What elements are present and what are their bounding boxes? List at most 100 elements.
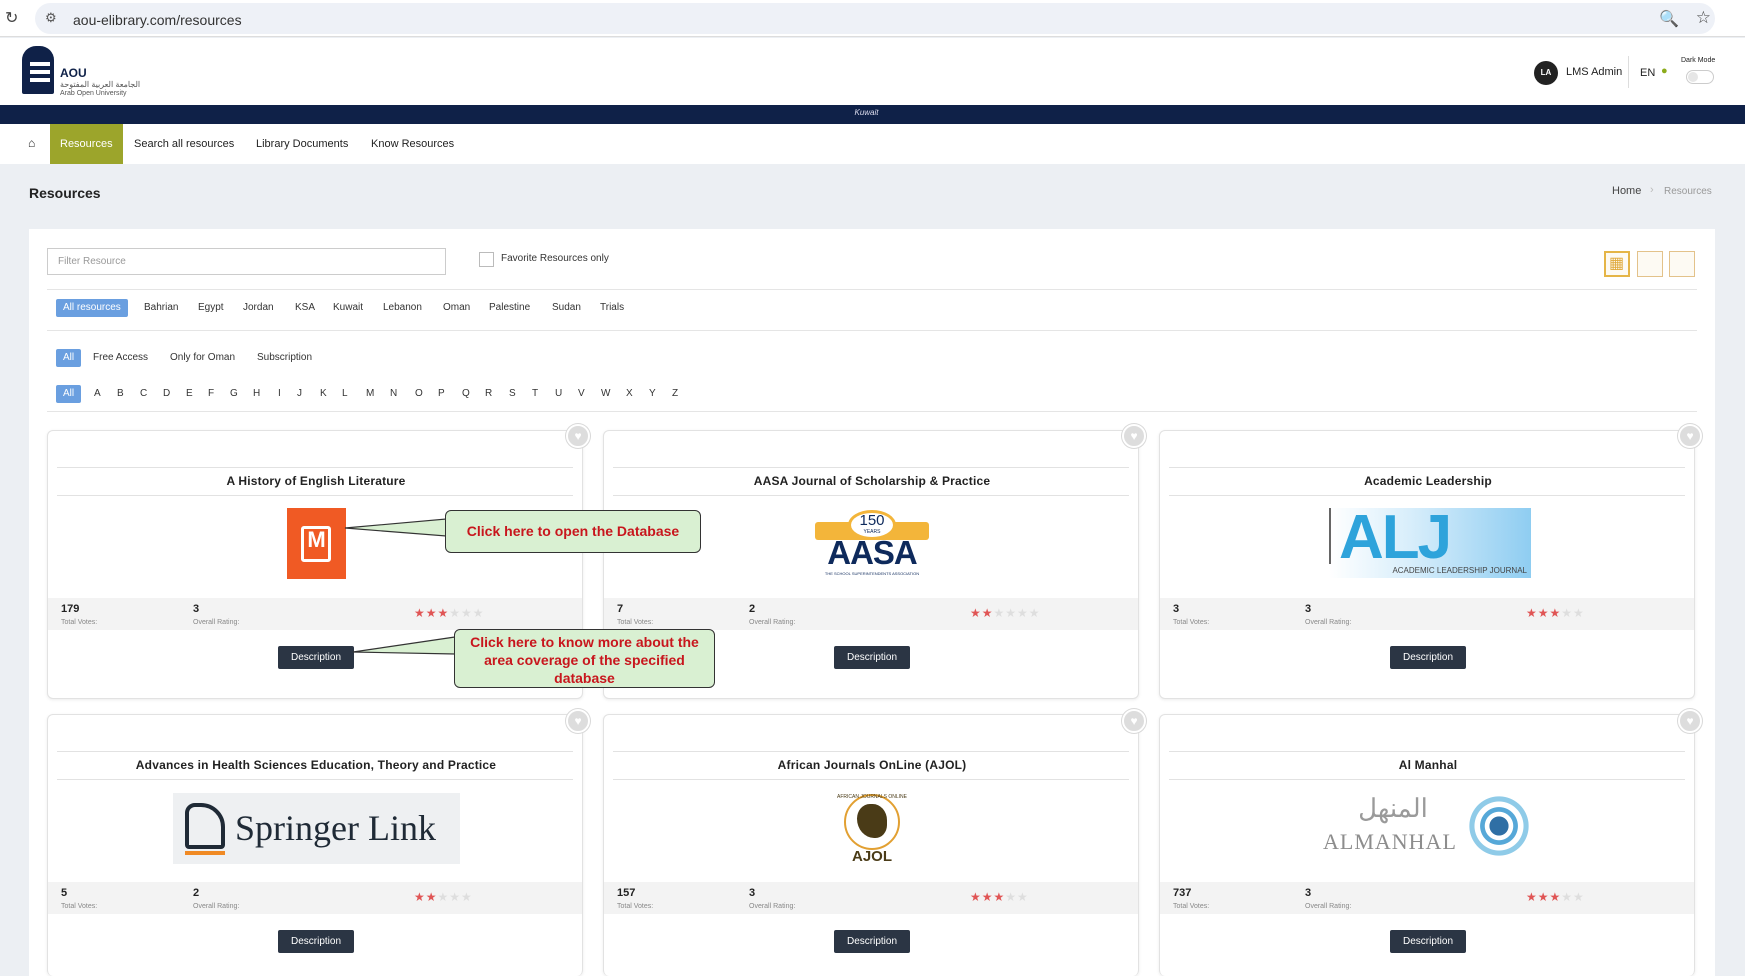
letter-b[interactable]: B bbox=[117, 385, 124, 403]
breadcrumb-home[interactable]: Home bbox=[1612, 185, 1641, 197]
url-text[interactable]: aou-elibrary.com/resources bbox=[73, 12, 242, 28]
resource-logo[interactable]: Springer Link bbox=[173, 793, 460, 864]
letter-s[interactable]: S bbox=[509, 385, 516, 403]
star-rating[interactable]: ★★★★★ bbox=[1526, 606, 1585, 620]
access-subscription[interactable]: Subscription bbox=[257, 349, 312, 367]
letter-w[interactable]: W bbox=[601, 385, 610, 403]
letter-m[interactable]: M bbox=[366, 385, 374, 403]
country-kuwait[interactable]: Kuwait bbox=[333, 299, 363, 317]
star-rating[interactable]: ★★★★★★ bbox=[414, 606, 485, 620]
description-button[interactable]: Description bbox=[834, 930, 910, 953]
zoom-icon[interactable]: 🔍 bbox=[1659, 9, 1679, 29]
letter-x[interactable]: X bbox=[626, 385, 633, 403]
favorite-heart-icon[interactable]: ♥ bbox=[566, 424, 590, 448]
aou-logo-icon[interactable] bbox=[22, 46, 54, 94]
access-only-oman[interactable]: Only for Oman bbox=[170, 349, 235, 367]
country-ksa[interactable]: KSA bbox=[295, 299, 315, 317]
resource-logo[interactable]: M bbox=[287, 508, 346, 579]
resource-logo[interactable]: المنهل ALMANHAL bbox=[1323, 793, 1533, 865]
star-rating[interactable]: ★★★★★ bbox=[1526, 890, 1585, 904]
letter-d[interactable]: D bbox=[163, 385, 170, 403]
letter-r[interactable]: R bbox=[485, 385, 492, 403]
resource-title[interactable]: Academic Leadership bbox=[1160, 474, 1694, 488]
description-button[interactable]: Description bbox=[278, 930, 354, 953]
callout-description-help: Click here to know more about the area c… bbox=[454, 629, 715, 688]
access-free[interactable]: Free Access bbox=[93, 349, 148, 367]
favorite-heart-icon[interactable]: ♥ bbox=[1122, 709, 1146, 733]
home-icon[interactable]: ⌂ bbox=[28, 136, 35, 150]
letter-all[interactable]: All bbox=[56, 385, 82, 403]
country-bahrian[interactable]: Bahrian bbox=[144, 299, 178, 317]
letter-j[interactable]: J bbox=[297, 385, 302, 403]
letter-v[interactable]: V bbox=[578, 385, 585, 403]
letter-e[interactable]: E bbox=[186, 385, 193, 403]
access-all[interactable]: All bbox=[56, 349, 82, 367]
compact-view-button[interactable] bbox=[1669, 251, 1695, 277]
country-lebanon[interactable]: Lebanon bbox=[383, 299, 422, 317]
resource-title[interactable]: AASA Journal of Scholarship & Practice bbox=[604, 474, 1138, 488]
resource-title[interactable]: A History of English Literature bbox=[48, 474, 582, 488]
nav-know-resources[interactable]: Know Resources bbox=[371, 124, 454, 164]
favorite-heart-icon[interactable]: ♥ bbox=[566, 709, 590, 733]
letter-n[interactable]: N bbox=[390, 385, 397, 403]
favorite-resources-label[interactable]: Favorite Resources only bbox=[501, 253, 609, 264]
dark-mode-toggle[interactable] bbox=[1686, 70, 1714, 84]
logo-title[interactable]: AOU bbox=[60, 66, 87, 80]
address-bar[interactable]: ⚙ aou-elibrary.com/resources 🔍 ☆ bbox=[35, 3, 1715, 34]
description-button[interactable]: Description bbox=[278, 646, 354, 669]
letter-y[interactable]: Y bbox=[649, 385, 656, 403]
favorite-heart-icon[interactable]: ♥ bbox=[1122, 424, 1146, 448]
description-button[interactable]: Description bbox=[834, 646, 910, 669]
resource-logo[interactable]: 150 YEARS AASA THE SCHOOL SUPERINTENDENT… bbox=[811, 510, 933, 578]
filter-resource-input[interactable] bbox=[47, 248, 446, 275]
globe-icon[interactable]: ● bbox=[1661, 65, 1668, 77]
nav-search-all-resources[interactable]: Search all resources bbox=[134, 124, 234, 164]
resource-logo[interactable]: AFRICAN JOURNALS ONLINE AJOL bbox=[835, 794, 909, 866]
letter-l[interactable]: L bbox=[342, 385, 348, 403]
star-rating[interactable]: ★★★★★★ bbox=[970, 606, 1041, 620]
site-settings-icon[interactable]: ⚙ bbox=[45, 10, 57, 26]
description-button[interactable]: Description bbox=[1390, 646, 1466, 669]
avatar[interactable]: LA bbox=[1534, 61, 1558, 85]
letter-i[interactable]: I bbox=[278, 385, 281, 403]
letter-z[interactable]: Z bbox=[672, 385, 678, 403]
star-rating[interactable]: ★★★★★ bbox=[414, 890, 473, 904]
country-all-resources[interactable]: All resources bbox=[56, 299, 128, 317]
letter-o[interactable]: O bbox=[415, 385, 423, 403]
favorite-heart-icon[interactable]: ♥ bbox=[1678, 424, 1702, 448]
divider bbox=[47, 330, 1697, 331]
resource-title[interactable]: Advances in Health Sciences Education, T… bbox=[48, 758, 582, 772]
country-egypt[interactable]: Egypt bbox=[198, 299, 224, 317]
grid-view-button[interactable]: ▦ bbox=[1604, 251, 1630, 277]
letter-g[interactable]: G bbox=[230, 385, 238, 403]
user-name[interactable]: LMS Admin bbox=[1566, 66, 1622, 78]
nav-resources[interactable]: Resources bbox=[50, 124, 123, 164]
country-jordan[interactable]: Jordan bbox=[243, 299, 274, 317]
letter-t[interactable]: T bbox=[532, 385, 538, 403]
letter-q[interactable]: Q bbox=[462, 385, 470, 403]
resource-logo[interactable]: ALJ ACADEMIC LEADERSHIP JOURNAL bbox=[1329, 503, 1531, 578]
letter-c[interactable]: C bbox=[140, 385, 147, 403]
letter-f[interactable]: F bbox=[208, 385, 214, 403]
country-oman[interactable]: Oman bbox=[443, 299, 470, 317]
resource-title[interactable]: Al Manhal bbox=[1160, 758, 1694, 772]
favorite-resources-checkbox[interactable] bbox=[479, 252, 494, 267]
list-view-button[interactable] bbox=[1637, 251, 1663, 277]
star-rating[interactable]: ★★★★★ bbox=[970, 890, 1029, 904]
letter-p[interactable]: P bbox=[438, 385, 445, 403]
letter-h[interactable]: H bbox=[253, 385, 260, 403]
letter-k[interactable]: K bbox=[320, 385, 327, 403]
country-sudan[interactable]: Sudan bbox=[552, 299, 581, 317]
description-button[interactable]: Description bbox=[1390, 930, 1466, 953]
reload-icon[interactable]: ↻ bbox=[5, 8, 18, 28]
language-selector[interactable]: EN bbox=[1640, 67, 1655, 79]
letter-u[interactable]: U bbox=[555, 385, 562, 403]
bookmark-star-icon[interactable]: ☆ bbox=[1696, 8, 1711, 28]
country-trials[interactable]: Trials bbox=[600, 299, 624, 317]
resource-title[interactable]: African Journals OnLine (AJOL) bbox=[604, 758, 1138, 772]
country-palestine[interactable]: Palestine bbox=[489, 299, 530, 317]
letter-a[interactable]: A bbox=[94, 385, 101, 403]
nav-library-documents[interactable]: Library Documents bbox=[256, 124, 348, 164]
favorite-heart-icon[interactable]: ♥ bbox=[1678, 709, 1702, 733]
header-divider bbox=[1628, 56, 1629, 88]
